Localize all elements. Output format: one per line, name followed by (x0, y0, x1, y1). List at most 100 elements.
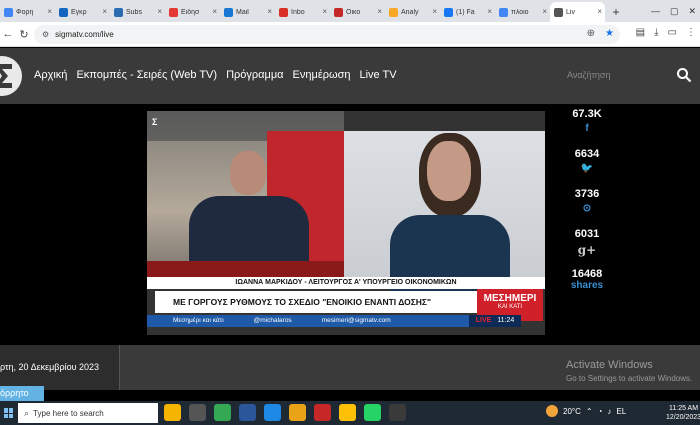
browser-tab[interactable]: Inbo × (275, 2, 330, 22)
menu-icon[interactable]: ⋮ (686, 27, 696, 38)
pinterest-share[interactable]: 3736 ⊙ (560, 188, 614, 228)
facebook-icon[interactable]: f (560, 123, 614, 134)
tab-favicon-icon (334, 7, 343, 17)
twitter-icon[interactable]: 🐦 (560, 163, 614, 174)
browser-tab[interactable]: (1) Fa × (440, 2, 495, 22)
language-indicator[interactable]: EL (616, 407, 626, 416)
reload-icon[interactable]: ↻ (16, 28, 32, 41)
schedule-band: ρτη, 20 Δεκεμβρίου 2023 Activate Windows… (0, 345, 700, 390)
bookmark-star-icon[interactable]: ★ (605, 28, 614, 39)
browser-tab[interactable]: πλοιο × (495, 2, 550, 22)
taskbar-app-icon[interactable] (364, 404, 381, 421)
live-video-player[interactable]: Σ ΙΩΑΝΝΑ ΜΑΡΚΙΔΟΥ - ΛΕΙΤΟΥΡΓΟΣ Α' ΥΠΟΥΡΓ… (147, 111, 545, 335)
taskbar-search-input[interactable]: ⌕ Type here to search (18, 403, 158, 423)
browser-tab[interactable]: Subs × (110, 2, 165, 22)
google-plus-share[interactable]: 6031 g+ (560, 228, 614, 268)
close-tab-icon[interactable]: × (432, 7, 437, 16)
system-tray: 20°C ⌃ ◔ ♪ EL (546, 405, 626, 417)
total-share-count: 16468 (571, 268, 603, 280)
channel-logo: Σ (152, 117, 158, 127)
browser-tab[interactable]: Οικο × (330, 2, 385, 22)
sigma-logo[interactable] (0, 54, 24, 98)
close-tab-icon[interactable]: × (542, 7, 547, 16)
browser-tab[interactable]: Φορη × (0, 2, 55, 22)
start-button[interactable] (0, 401, 18, 425)
browser-tab[interactable]: Εγκρ × (55, 2, 110, 22)
nav-item-live-tv[interactable]: Live TV (360, 69, 397, 81)
shares-label: shares (570, 280, 604, 291)
close-window-icon[interactable]: ✕ (688, 6, 696, 17)
tab-favicon-icon (279, 7, 288, 17)
tray-overflow-icon[interactable]: ⌃ (586, 407, 593, 416)
tab-label: Εγκρ (71, 8, 87, 16)
anchor-head (230, 151, 266, 195)
windows-taskbar: ⌕ Type here to search 20°C ⌃ ◔ ♪ EL 11:2… (0, 401, 700, 425)
tab-label: Subs (126, 8, 142, 16)
close-tab-icon[interactable]: × (322, 7, 327, 16)
facebook-share[interactable]: 67.3K f (560, 108, 614, 148)
close-tab-icon[interactable]: × (267, 7, 272, 16)
taskbar-app-icon[interactable] (239, 404, 256, 421)
search-icon[interactable] (676, 67, 692, 83)
translate-icon[interactable]: ⊕ (587, 28, 595, 39)
taskbar-app-icon[interactable] (389, 404, 406, 421)
nav-item-schedule[interactable]: Πρόγραμμα (226, 69, 283, 81)
pinterest-icon[interactable]: ⊙ (560, 203, 614, 214)
window-controls: — ▢ ✕ (651, 0, 700, 22)
close-tab-icon[interactable]: × (157, 7, 162, 16)
browser-tab[interactable]: Liv × (550, 2, 605, 22)
tab-label: Analy (401, 8, 419, 16)
windows-logo-icon (4, 408, 14, 418)
close-tab-icon[interactable]: × (47, 7, 52, 16)
maximize-icon[interactable]: ▢ (670, 6, 679, 17)
url-field[interactable]: ⚙ sigmatv.com/live ⊕ ★ (34, 25, 620, 44)
tab-favicon-icon (444, 7, 453, 17)
close-tab-icon[interactable]: × (487, 7, 492, 16)
twitter-share-count: 6634 (574, 148, 600, 160)
weather-icon[interactable] (546, 405, 558, 417)
search-icon: ⌕ (24, 407, 30, 418)
taskbar-app-icon[interactable] (314, 404, 331, 421)
tab-favicon-icon (554, 7, 563, 17)
google-plus-icon[interactable]: g+ (560, 243, 614, 257)
taskbar-app-icon[interactable] (214, 404, 231, 421)
taskbar-app-icon[interactable] (289, 404, 306, 421)
sidebar-icon[interactable]: ▭ (668, 27, 677, 38)
close-tab-icon[interactable]: × (212, 7, 217, 16)
ticker-item: Μεσημέρι και κάτι (173, 317, 224, 324)
browser-tab[interactable]: Ειδήσ × (165, 2, 220, 22)
tab-label: Φορη (16, 8, 34, 16)
nav-item-shows[interactable]: Εκπομπές - Σειρές (Web TV) (76, 69, 217, 81)
more-button[interactable]: όρρητο (0, 386, 44, 401)
taskbar-app-icon[interactable] (189, 404, 206, 421)
taskbar-clock[interactable]: 11:25 AM 12/20/2023 (666, 404, 700, 422)
volume-icon[interactable]: ♪ (607, 407, 611, 416)
tab-favicon-icon (169, 7, 178, 17)
clock-date: 12/20/2023 (666, 414, 700, 421)
close-tab-icon[interactable]: × (597, 7, 602, 16)
taskbar-app-icon[interactable] (264, 404, 281, 421)
browser-tab[interactable]: Mail × (220, 2, 275, 22)
temperature[interactable]: 20°C (563, 407, 581, 416)
minimize-icon[interactable]: — (651, 6, 660, 16)
taskbar-app-icon[interactable] (164, 404, 181, 421)
browser-tab[interactable]: Analy × (385, 2, 440, 22)
search-input[interactable]: Αναζήτηση (567, 70, 610, 80)
back-icon[interactable]: ← (0, 28, 16, 40)
close-tab-icon[interactable]: × (102, 7, 107, 16)
google-plus-share-count: 6031 (574, 228, 600, 240)
nav-item-home[interactable]: Αρχική (34, 69, 67, 81)
twitter-share[interactable]: 6634 🐦 (560, 148, 614, 188)
browser-toolbar-right: ▤ ⤓ ▭ ⋮ (636, 27, 696, 38)
site-info-icon[interactable]: ⚙ (42, 30, 49, 39)
ticker-item: mesimeri@sigmatv.com (321, 317, 391, 324)
new-tab-button[interactable]: + (605, 2, 627, 22)
nav-item-news[interactable]: Ενημέρωση (293, 69, 351, 81)
close-tab-icon[interactable]: × (377, 7, 382, 16)
taskbar-app-icon[interactable] (339, 404, 356, 421)
network-icon[interactable]: ◔ (598, 407, 603, 416)
tab-search-icon[interactable]: ▤ (636, 27, 645, 38)
guest-head (427, 141, 471, 201)
download-icon[interactable]: ⤓ (654, 27, 658, 38)
main-nav: Αρχική Εκπομπές - Σειρές (Web TV) Πρόγρα… (34, 69, 397, 81)
